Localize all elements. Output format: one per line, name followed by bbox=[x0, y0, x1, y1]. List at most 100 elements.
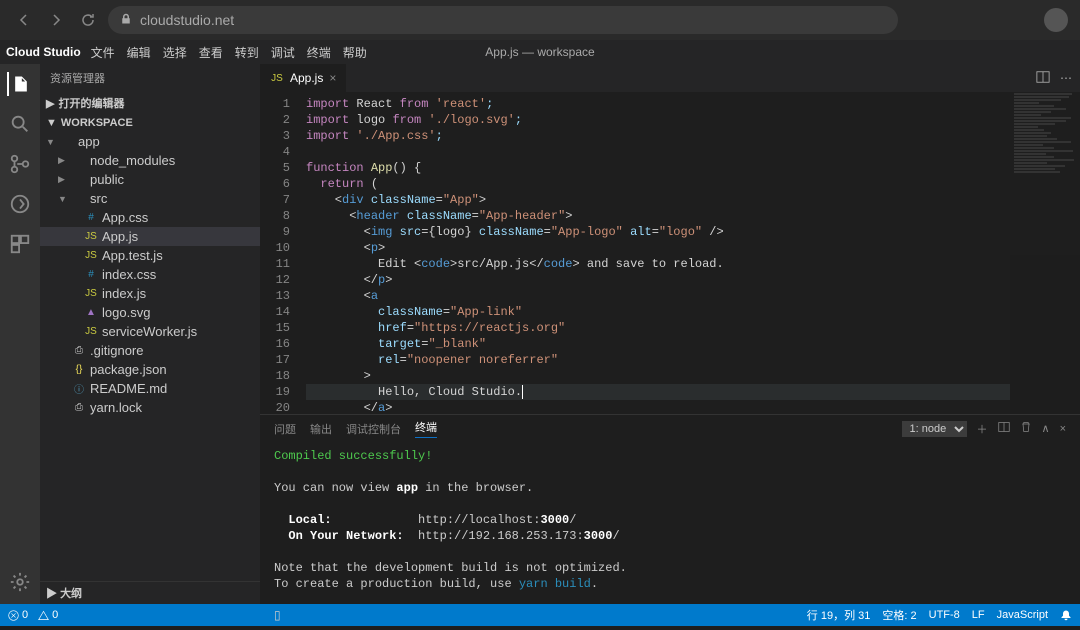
menu-edit[interactable]: 编辑 bbox=[127, 44, 151, 61]
panel-actions: 1: node ＋ ∧ × bbox=[902, 421, 1067, 437]
file-label: App.js bbox=[102, 229, 138, 244]
status-cursor[interactable]: 行 19，列 31 bbox=[807, 607, 871, 623]
outline-section[interactable]: ▶ 大纲 bbox=[40, 581, 260, 604]
status-spaces[interactable]: 空格: 2 bbox=[882, 607, 916, 623]
menu-select[interactable]: 选择 bbox=[163, 44, 187, 61]
close-icon[interactable]: × bbox=[329, 71, 336, 85]
file-label: public bbox=[90, 172, 124, 187]
file-label: node_modules bbox=[90, 153, 175, 168]
panel: 问题 输出 调试控制台 终端 1: node ＋ ∧ × Compiled su… bbox=[260, 414, 1080, 604]
bell-icon[interactable] bbox=[1060, 607, 1072, 623]
file-label: app bbox=[78, 134, 100, 149]
status-eol[interactable]: LF bbox=[972, 607, 985, 623]
explorer-title: 资源管理器 bbox=[40, 64, 260, 92]
menu-view[interactable]: 查看 bbox=[199, 44, 223, 61]
file-icon: JS bbox=[84, 250, 98, 261]
terminal-selector[interactable]: 1: node bbox=[902, 421, 967, 437]
file-label: App.test.js bbox=[102, 248, 163, 263]
file-item[interactable]: JS App.js bbox=[40, 227, 260, 246]
file-icon: # bbox=[84, 212, 98, 223]
file-item[interactable]: # index.css bbox=[40, 265, 260, 284]
file-item[interactable]: ⎙.gitignore bbox=[40, 341, 260, 360]
maximize-icon[interactable]: ∧ bbox=[1042, 422, 1050, 435]
extensions-icon[interactable] bbox=[8, 232, 32, 256]
code[interactable]: import React from 'react';import logo fr… bbox=[300, 92, 1010, 414]
url-bar[interactable]: cloudstudio.net bbox=[108, 6, 898, 34]
panel-tab-terminal[interactable]: 终端 bbox=[415, 419, 437, 438]
forward-button[interactable] bbox=[44, 8, 68, 32]
activity-bar bbox=[0, 64, 40, 604]
folder-item[interactable]: ▼src bbox=[40, 189, 260, 208]
file-label: .gitignore bbox=[90, 343, 143, 358]
debug-icon[interactable] bbox=[8, 192, 32, 216]
file-label: index.css bbox=[102, 267, 156, 282]
open-editors-label: 打开的编辑器 bbox=[58, 95, 124, 111]
panel-tabs: 问题 输出 调试控制台 终端 1: node ＋ ∧ × bbox=[260, 415, 1080, 442]
new-terminal-icon[interactable]: ＋ bbox=[977, 421, 988, 437]
reload-button[interactable] bbox=[76, 8, 100, 32]
file-label: App.css bbox=[102, 210, 148, 225]
minimap[interactable] bbox=[1010, 92, 1080, 414]
brand: Cloud Studio bbox=[6, 45, 81, 59]
code-area[interactable]: 1234567891011121314151617181920212223242… bbox=[260, 92, 1080, 414]
menu-debug[interactable]: 调试 bbox=[271, 44, 295, 61]
status-errors[interactable]: 0 bbox=[8, 609, 28, 621]
file-item[interactable]: JSserviceWorker.js bbox=[40, 322, 260, 341]
tabs: JS App.js × ⋯ bbox=[260, 64, 1080, 92]
workspace-section[interactable]: ▼WORKSPACE bbox=[40, 114, 260, 132]
close-panel-icon[interactable]: × bbox=[1060, 423, 1066, 435]
gutter: 1234567891011121314151617181920212223242… bbox=[260, 92, 300, 414]
folder-item[interactable]: ▶public bbox=[40, 170, 260, 189]
menu-file[interactable]: 文件 bbox=[91, 44, 115, 61]
more-icon[interactable]: ⋯ bbox=[1060, 71, 1072, 85]
sidebar: 资源管理器 ▶打开的编辑器 ▼WORKSPACE ▼app▶node_modul… bbox=[40, 64, 260, 604]
search-icon[interactable] bbox=[8, 112, 32, 136]
folder-item[interactable]: ▼app bbox=[40, 132, 260, 151]
file-item[interactable]: ▲logo.svg bbox=[40, 303, 260, 322]
menu-bar: 文件 编辑 选择 查看 转到 调试 终端 帮助 bbox=[91, 44, 367, 61]
outline-label: 大纲 bbox=[60, 588, 82, 600]
menu-help[interactable]: 帮助 bbox=[343, 44, 367, 61]
tab-appjs[interactable]: JS App.js × bbox=[260, 64, 347, 92]
menu-goto[interactable]: 转到 bbox=[235, 44, 259, 61]
status-encoding[interactable]: UTF-8 bbox=[929, 607, 960, 623]
panel-tab-problems[interactable]: 问题 bbox=[274, 421, 296, 437]
scm-icon[interactable] bbox=[8, 152, 32, 176]
file-icon: JS bbox=[84, 326, 98, 337]
file-item[interactable]: {} package.json bbox=[40, 360, 260, 379]
open-editors-section[interactable]: ▶打开的编辑器 bbox=[40, 92, 260, 114]
split-editor-icon[interactable] bbox=[1036, 70, 1050, 87]
file-item[interactable]: # App.css bbox=[40, 208, 260, 227]
file-label: README.md bbox=[90, 381, 167, 396]
file-label: src bbox=[90, 191, 107, 206]
split-terminal-icon[interactable] bbox=[998, 421, 1010, 436]
gear-icon[interactable] bbox=[8, 570, 32, 594]
file-icon: JS bbox=[84, 288, 98, 299]
folder-item[interactable]: ▶node_modules bbox=[40, 151, 260, 170]
file-item[interactable]: ⎙yarn.lock bbox=[40, 398, 260, 417]
file-item[interactable]: JSindex.js bbox=[40, 284, 260, 303]
status-warnings[interactable]: 0 bbox=[38, 609, 58, 621]
back-button[interactable] bbox=[12, 8, 36, 32]
workspace-label: WORKSPACE bbox=[61, 117, 133, 129]
status-lang[interactable]: JavaScript bbox=[997, 607, 1048, 623]
panel-tab-debugconsole[interactable]: 调试控制台 bbox=[346, 421, 401, 437]
menu-terminal[interactable]: 终端 bbox=[307, 44, 331, 61]
file-icon: {} bbox=[72, 364, 86, 375]
file-icon: JS bbox=[84, 231, 98, 242]
js-icon: JS bbox=[270, 73, 284, 84]
panel-tab-output[interactable]: 输出 bbox=[310, 421, 332, 437]
avatar[interactable] bbox=[1044, 8, 1068, 32]
file-icon: # bbox=[84, 269, 98, 280]
explorer-icon[interactable] bbox=[7, 72, 31, 96]
url-text: cloudstudio.net bbox=[140, 12, 234, 28]
terminal[interactable]: Compiled successfully! You can now view … bbox=[260, 442, 1080, 630]
file-tree: ▼app▶node_modules▶public▼src # App.css JS Ap… bbox=[40, 132, 260, 581]
file-icon: ⎙ bbox=[72, 402, 86, 413]
file-item[interactable]: ⓘREADME.md bbox=[40, 379, 260, 398]
trash-icon[interactable] bbox=[1020, 421, 1032, 436]
tab-label: App.js bbox=[290, 71, 323, 85]
tab-actions: ⋯ bbox=[1028, 64, 1080, 92]
file-item[interactable]: JS App.test.js bbox=[40, 246, 260, 265]
file-label: package.json bbox=[90, 362, 167, 377]
